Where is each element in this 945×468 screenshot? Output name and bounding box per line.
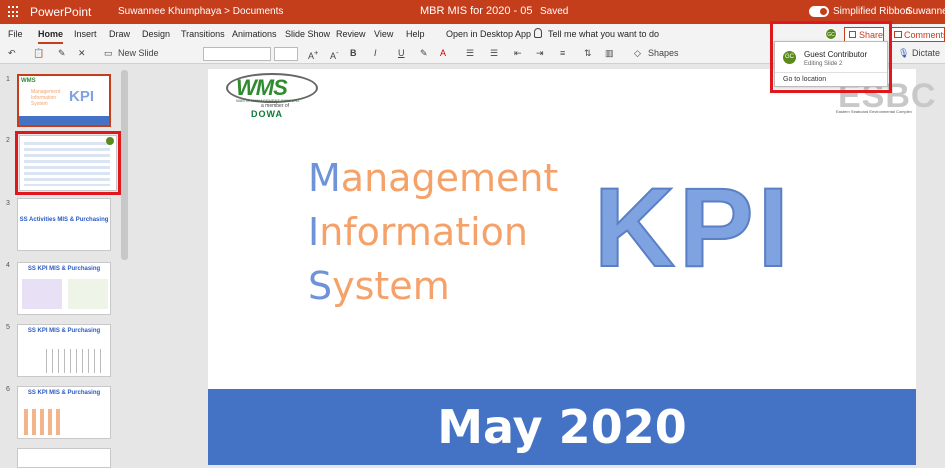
simplified-ribbon-label: Simplified Ribbon	[833, 6, 911, 17]
new-slide-button[interactable]: New Slide	[118, 48, 159, 58]
delete-icon[interactable]: ✕	[78, 48, 86, 59]
columns-icon[interactable]: ▥	[605, 48, 614, 59]
slide-canvas[interactable]: WMS WASTE MANAGEMENT SIAM LTD. a member …	[208, 69, 935, 465]
thumbnail-scrollbar[interactable]	[121, 70, 128, 260]
esbc-subtitle: Eastern Seaboard Environmental Complex	[836, 109, 912, 114]
user-name[interactable]: Suwannee	[906, 6, 945, 17]
tab-help[interactable]: Help	[406, 29, 425, 39]
comment-icon	[894, 31, 902, 38]
app-name[interactable]: PowerPoint	[30, 5, 91, 19]
thumb-mis-text: Management Information System	[31, 89, 61, 107]
wms-logo: WMS WASTE MANAGEMENT SIAM LTD. a member …	[224, 69, 319, 119]
font-size-select[interactable]	[274, 47, 298, 61]
format-painter-icon[interactable]: ✎	[58, 48, 66, 59]
slide-number-6: 6	[6, 386, 10, 393]
mis-rest-3: ystem	[332, 264, 450, 308]
simplified-ribbon-toggle[interactable]	[809, 6, 829, 17]
selection-highlight-box	[15, 131, 121, 195]
thumbnail-slide-3[interactable]: SS Activities MIS & Purchasing	[17, 198, 111, 251]
popup-highlight-box	[770, 21, 892, 93]
save-status: Saved	[540, 6, 569, 17]
slide-number-4: 4	[6, 262, 10, 269]
banner-text: May 2020	[437, 400, 687, 454]
tab-insert[interactable]: Insert	[74, 29, 97, 39]
thumb-title: SS Activities MIS & Purchasing	[19, 217, 109, 223]
thumb-logo: WMS	[21, 78, 36, 84]
dowa-logo: DOWA	[251, 109, 283, 119]
thumbnail-slide-4[interactable]: SS KPI MIS & Purchasing	[17, 262, 111, 315]
shapes-button[interactable]: Shapes	[648, 48, 679, 58]
mis-line-information: Information	[308, 210, 528, 254]
mis-initial-i: I	[308, 210, 320, 254]
mis-line-management: Management	[308, 156, 558, 200]
thumbnail-slide-6[interactable]: SS KPI MIS & Purchasing	[17, 386, 111, 439]
open-desktop-app-button[interactable]: Open in Desktop App	[446, 29, 531, 39]
thumb-title: SS KPI MIS & Purchasing	[27, 390, 101, 396]
thumb-chart	[24, 409, 64, 435]
tab-slide-show[interactable]: Slide Show	[285, 29, 330, 39]
decrease-font-icon[interactable]: A-	[330, 48, 339, 61]
italic-icon[interactable]: I	[374, 48, 377, 58]
thumb-banner	[19, 116, 109, 125]
app-launcher-icon[interactable]	[8, 6, 20, 18]
align-icon[interactable]: ≡	[560, 48, 565, 58]
tab-animations[interactable]: Animations	[232, 29, 277, 39]
tab-home[interactable]: Home	[38, 29, 64, 44]
lightbulb-icon	[534, 28, 542, 38]
tab-file[interactable]: File	[8, 29, 23, 39]
mis-initial-m: M	[308, 156, 341, 200]
mis-rest-1: anagement	[340, 156, 559, 200]
text-direction-icon[interactable]: ⇅	[584, 48, 592, 59]
breadcrumb[interactable]: Suwannee Khumphaya > Documents	[118, 6, 283, 17]
highlight-icon[interactable]: ✎	[420, 48, 428, 59]
tab-review[interactable]: Review	[336, 29, 366, 39]
bold-icon[interactable]: B	[350, 48, 357, 58]
slide-number-2: 2	[6, 137, 10, 144]
paste-icon[interactable]: 📋	[33, 48, 44, 59]
font-family-select[interactable]	[203, 47, 271, 61]
underline-icon[interactable]: U	[398, 48, 405, 58]
slide-number-3: 3	[6, 200, 10, 207]
tab-transitions[interactable]: Transitions	[181, 29, 225, 39]
thumb-chart	[22, 279, 62, 309]
numbering-icon[interactable]: ☰	[490, 48, 498, 59]
thumb-kpi: KPI	[69, 88, 95, 105]
comments-button[interactable]: Comments	[890, 27, 945, 42]
tab-view[interactable]: View	[374, 29, 393, 39]
slide-number-5: 5	[6, 324, 10, 331]
thumbnail-slide-7[interactable]	[17, 448, 111, 468]
thumb-title: SS KPI MIS & Purchasing	[27, 328, 101, 334]
thumbnail-slide-1[interactable]: WMS Management Information System KPI	[17, 74, 111, 127]
microphone-icon[interactable]: 🎙	[898, 48, 909, 59]
comments-label: Comments	[904, 30, 945, 40]
tab-draw[interactable]: Draw	[109, 29, 130, 39]
increase-indent-icon[interactable]: ⇥	[536, 48, 544, 59]
thumb-title: SS KPI MIS & Purchasing	[27, 266, 101, 272]
dictate-button[interactable]: Dictate	[912, 48, 940, 58]
thumb-chart	[68, 279, 108, 309]
mis-rest-2: nformation	[319, 210, 528, 254]
shapes-icon[interactable]: ◇	[634, 48, 641, 59]
tell-me-search[interactable]: Tell me what you want to do	[548, 29, 659, 39]
kpi-title: KPI	[593, 164, 793, 291]
font-color-icon[interactable]: A	[440, 48, 446, 58]
new-slide-icon[interactable]: ▭	[104, 48, 113, 59]
undo-icon[interactable]: ↶	[8, 48, 16, 59]
thumbnail-slide-5[interactable]: SS KPI MIS & Purchasing	[17, 324, 111, 377]
bullets-icon[interactable]: ☰	[466, 48, 474, 59]
slide-number-1: 1	[6, 76, 10, 83]
mis-initial-s: S	[308, 264, 333, 308]
date-banner: May 2020	[208, 389, 916, 465]
increase-font-icon[interactable]: A+	[308, 48, 318, 61]
mis-line-system: System	[308, 264, 450, 308]
decrease-indent-icon[interactable]: ⇤	[514, 48, 522, 59]
document-title[interactable]: MBR MIS for 2020 - 05	[420, 5, 533, 17]
tab-design[interactable]: Design	[142, 29, 170, 39]
thumb-chart	[46, 349, 106, 373]
